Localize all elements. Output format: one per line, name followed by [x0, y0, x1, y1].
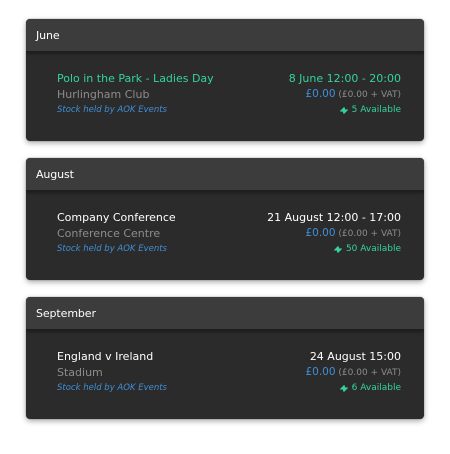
price-vat: (£0.00 + VAT) — [335, 368, 401, 378]
event-availability: 6 Available — [339, 383, 401, 393]
event-price: £0.00 (£0.00 + VAT) — [305, 366, 401, 378]
event-row-polo-in-the-park[interactable]: Polo in the Park - Ladies Day Hurlingham… — [26, 52, 424, 141]
month-section-august: August Company Conference Conference Cen… — [26, 158, 424, 280]
event-row-company-conference[interactable]: Company Conference Conference Centre Sto… — [26, 191, 424, 280]
event-stock-holder: Stock held by AOK Events — [57, 383, 167, 393]
availability-text: 6 Available — [351, 383, 401, 393]
price-amount: £0.00 — [305, 88, 336, 100]
availability-text: 5 Available — [351, 105, 401, 115]
event-availability: 5 Available — [339, 105, 401, 115]
event-availability: 50 Available — [333, 244, 401, 254]
event-title[interactable]: Company Conference — [57, 211, 176, 224]
event-venue: Stadium — [57, 366, 103, 379]
availability-text: 50 Available — [345, 244, 401, 254]
month-label: August — [36, 167, 74, 181]
event-price: £0.00 (£0.00 + VAT) — [305, 88, 401, 100]
price-amount: £0.00 — [305, 366, 336, 378]
event-stock-holder: Stock held by AOK Events — [57, 105, 167, 115]
event-venue: Hurlingham Club — [57, 88, 150, 101]
ticket-icon — [339, 385, 348, 392]
event-venue: Conference Centre — [57, 227, 161, 240]
month-header: September — [26, 297, 424, 330]
ticket-icon — [339, 107, 348, 114]
month-header: June — [26, 19, 424, 52]
price-vat: (£0.00 + VAT) — [335, 229, 401, 239]
price-amount: £0.00 — [305, 227, 336, 239]
month-header: August — [26, 158, 424, 191]
event-price: £0.00 (£0.00 + VAT) — [305, 227, 401, 239]
price-vat: (£0.00 + VAT) — [335, 90, 401, 100]
month-section-september: September England v Ireland Stadium Stoc… — [26, 297, 424, 419]
event-title[interactable]: Polo in the Park - Ladies Day — [57, 72, 214, 85]
month-label: September — [36, 306, 96, 320]
event-list: June Polo in the Park - Ladies Day Hurli… — [0, 0, 450, 454]
event-datetime: 8 June 12:00 - 20:00 — [288, 72, 401, 85]
event-stock-holder: Stock held by AOK Events — [57, 244, 167, 254]
month-section-june: June Polo in the Park - Ladies Day Hurli… — [26, 19, 424, 141]
ticket-icon — [333, 246, 342, 253]
event-title[interactable]: England v Ireland — [57, 350, 153, 363]
month-label: June — [36, 28, 60, 42]
event-datetime: 24 August 15:00 — [309, 350, 401, 363]
event-row-england-v-ireland[interactable]: England v Ireland Stadium Stock held by … — [26, 330, 424, 419]
event-datetime: 21 August 12:00 - 17:00 — [267, 211, 401, 224]
